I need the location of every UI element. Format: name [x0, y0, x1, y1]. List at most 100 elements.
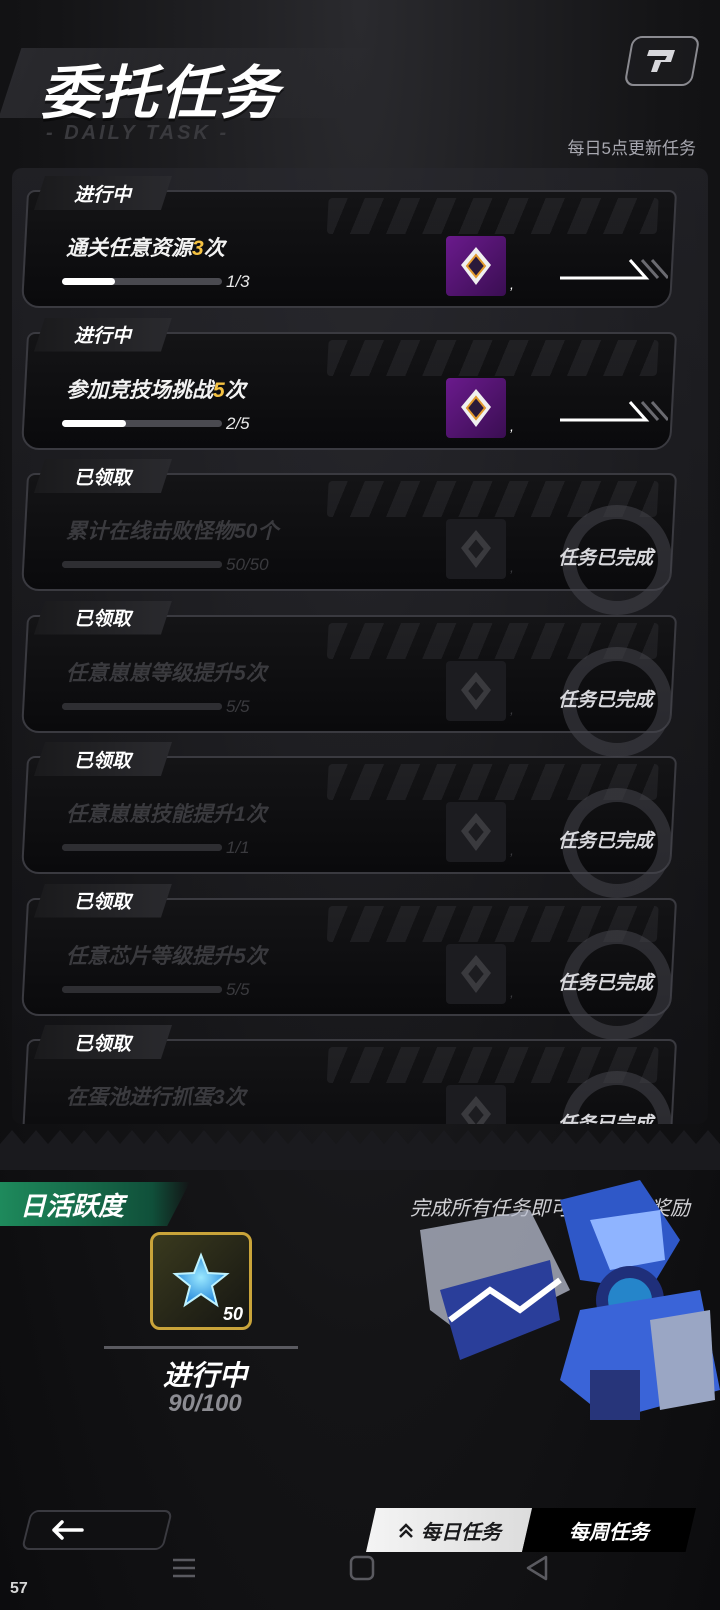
task-reward-count: , — [510, 842, 514, 858]
badge-icon — [461, 813, 491, 851]
help-button[interactable] — [623, 36, 701, 86]
task-reward-count: , — [510, 700, 514, 717]
header: 委托任务 - DAILY TASK - 每日5点更新任务 — [0, 0, 720, 170]
task-name-suffix: 次 — [224, 1086, 246, 1109]
home-icon[interactable] — [348, 1554, 376, 1582]
task-progress-text: 50/50 — [226, 555, 269, 574]
task-name-prefix: 参加竞技场挑战 — [66, 378, 213, 402]
task-card[interactable]: 已领取任意崽崽技能提升1次 1/1, 任务已完成 — [20, 742, 678, 898]
task-status-tag: 进行中 — [34, 317, 172, 352]
task-progress-text: 1/1 — [226, 838, 250, 857]
task-progress-text: 2/5 — [226, 413, 250, 433]
task-name-count: 5 — [234, 944, 246, 968]
menu-icon[interactable] — [170, 1554, 198, 1582]
task-completed-label: 任务已完成 — [558, 972, 654, 994]
page-subtitle: - DAILY TASK - — [46, 122, 230, 144]
time-badge: 57 — [10, 1580, 28, 1597]
task-status-tag: 已领取 — [34, 600, 172, 635]
task-progress-fill — [62, 702, 222, 710]
task-name-count: 5 — [213, 378, 225, 402]
task-reward-item[interactable] — [446, 802, 506, 862]
refresh-note: 每日5点更新任务 — [567, 139, 696, 158]
task-reward-item[interactable] — [446, 943, 506, 1004]
task-status-tag: 进行中 — [34, 176, 172, 210]
star-icon — [172, 1252, 230, 1308]
task-status-tag: 已领取 — [34, 459, 172, 493]
task-reward-item[interactable] — [446, 377, 506, 438]
task-progress-fill — [62, 419, 126, 427]
task-name-suffix: 次 — [245, 803, 267, 826]
task-name-count: 1 — [234, 803, 246, 826]
system-nav-bar — [0, 1554, 720, 1610]
task-completed-label: 任务已完成 — [558, 831, 654, 852]
activity-divider — [104, 1346, 298, 1349]
task-progress-bar — [62, 419, 222, 427]
task-completed-label: 任务已完成 — [558, 689, 654, 711]
task-name-count: 5 — [234, 661, 246, 685]
task-name-prefix: 任意芯片等级提升 — [66, 944, 234, 968]
go-arrow-button[interactable] — [558, 252, 668, 282]
task-completed-stamp: 任务已完成 — [554, 782, 684, 898]
task-status-tag: 已领取 — [34, 1025, 172, 1059]
task-card[interactable]: 进行中参加竞技场挑战5次 2/5, — [20, 317, 678, 450]
task-card[interactable]: 已领取 任意崽崽等级提升5次 5/5, 任务已完成 — [20, 600, 678, 757]
task-progress-text: 1/3 — [226, 272, 250, 291]
task-reward-count: , — [510, 983, 514, 1000]
task-card[interactable]: 进行中通关任意资源3次 1/3, — [20, 176, 678, 308]
task-reward-count: , — [510, 559, 514, 575]
arrow-left-icon — [52, 1520, 84, 1540]
task-progress-text: 5/5 — [226, 979, 250, 999]
activity-progress: 90/100 — [168, 1390, 242, 1417]
task-name: 任意崽崽技能提升1次 — [66, 798, 267, 828]
task-progress-fill — [62, 561, 222, 568]
task-name-suffix: 次 — [224, 378, 246, 402]
task-progress-bar — [62, 985, 222, 993]
task-progress-fill — [62, 844, 222, 851]
task-reward-item[interactable] — [446, 236, 506, 296]
back-triangle-icon[interactable] — [524, 1554, 552, 1582]
tab-daily-label: 每日任务 — [421, 1521, 501, 1544]
task-name: 任意崽崽等级提升5次 — [66, 657, 267, 687]
task-progress-bar — [62, 702, 222, 710]
go-arrow-button[interactable] — [558, 394, 668, 424]
badge-icon — [461, 1096, 491, 1124]
task-reward-count: , — [510, 276, 514, 292]
page-title: 委托任务 — [40, 61, 281, 126]
tab-weekly[interactable]: 每周任务 — [522, 1508, 696, 1552]
task-card[interactable]: 已领取累计在线击败怪物50个 50/50, 任务已完成 — [20, 459, 678, 615]
task-card[interactable]: 已领取任意芯片等级提升5次 5/5, 任务已完成 — [20, 883, 678, 1040]
task-card[interactable]: 已领取在蛋池进行抓蛋3次,任务已完成 — [20, 1025, 678, 1124]
task-progress-bar — [62, 561, 222, 568]
task-completed-stamp: 任务已完成 — [554, 499, 684, 615]
task-name-prefix: 在蛋池进行抓蛋 — [66, 1086, 213, 1109]
task-reward-count: , — [510, 417, 514, 434]
task-list[interactable]: 进行中 通关任意资源3次 1/3, 进行中 参加竞技场挑战5次 2/5, 已领取 累计在线击败… — [12, 168, 708, 1124]
task-progress-bar — [62, 278, 222, 285]
tab-daily[interactable]: 每日任务 — [366, 1508, 532, 1552]
task-name-count: 50 — [234, 520, 258, 543]
task-period-tabs: 每日任务 每周任务 — [366, 1508, 696, 1552]
task-name-suffix: 次 — [203, 237, 225, 260]
task-name-count: 3 — [213, 1086, 225, 1109]
task-name: 累计在线击败怪物50个 — [66, 515, 278, 545]
task-completed-stamp: 任务已完成 — [554, 641, 684, 757]
activity-status: 进行中 — [162, 1360, 247, 1391]
task-reward-item[interactable] — [446, 519, 506, 579]
task-completed-label: 任务已完成 — [558, 1109, 653, 1124]
task-name: 通关任意资源3次 — [66, 232, 225, 262]
task-progress-bar — [62, 844, 222, 851]
task-status-tag: 已领取 — [34, 742, 172, 776]
task-name-suffix: 个 — [257, 520, 279, 543]
task-name: 任意芯片等级提升5次 — [66, 940, 267, 970]
badge-icon — [461, 247, 491, 285]
task-status-tag: 已领取 — [34, 883, 172, 918]
task-name-prefix: 任意崽崽技能提升 — [66, 803, 234, 826]
back-button[interactable] — [21, 1510, 173, 1550]
task-reward-item[interactable] — [446, 660, 506, 721]
task-name-suffix: 次 — [245, 661, 267, 685]
task-reward-item[interactable] — [446, 1085, 506, 1124]
task-progress-fill — [62, 278, 116, 285]
task-completed-label: 任务已完成 — [558, 548, 654, 569]
activity-reward-item[interactable]: 50 — [150, 1232, 252, 1330]
task-completed-stamp: 任务已完成 — [554, 924, 684, 1040]
